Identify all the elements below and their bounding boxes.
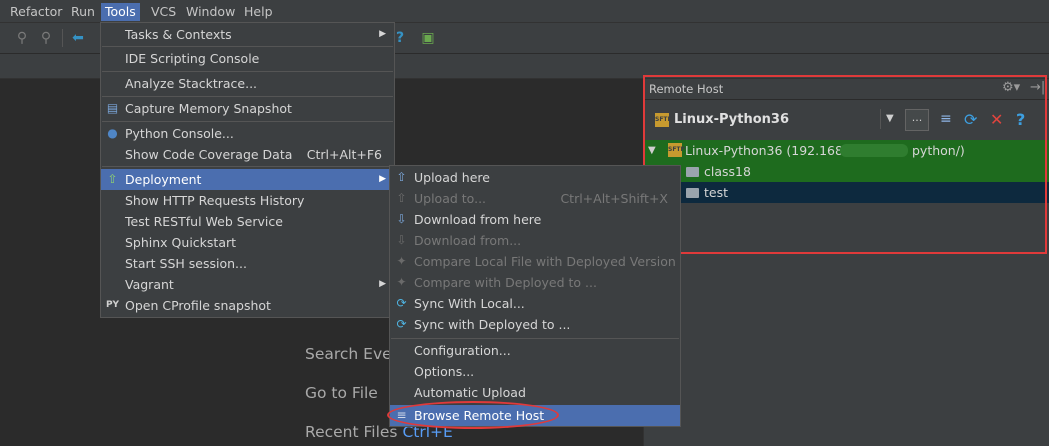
upload-icon: ⇧: [396, 170, 407, 184]
menu-item-sync-local[interactable]: ⟳ Sync With Local...: [390, 293, 680, 314]
py-icon: PY: [105, 300, 120, 310]
menu-item-automatic-upload[interactable]: Automatic Upload: [390, 382, 680, 403]
menu-item-test-restful[interactable]: Test RESTful Web Service: [101, 211, 394, 232]
python-icon: ●: [107, 126, 118, 140]
menu-run[interactable]: Run: [67, 3, 99, 21]
deployment-icon: ⇧: [107, 172, 118, 186]
menu-item-tasks-contexts[interactable]: Tasks & Contexts ▶: [101, 24, 394, 45]
menu-item-download-here[interactable]: ⇩ Download from here: [390, 209, 680, 230]
toolbar-divider: [62, 29, 63, 47]
menu-separator: [102, 96, 393, 97]
download-icon: ⇩: [396, 212, 407, 226]
menu-item-compare-deployed[interactable]: ✦ Compare with Deployed to ...: [390, 272, 680, 293]
menu-separator: [102, 166, 393, 167]
menu-item-show-code-coverage[interactable]: Show Code Coverage Data Ctrl+Alt+F6: [101, 144, 394, 165]
menu-item-sync-deployed[interactable]: ⟳ Sync with Deployed to ...: [390, 314, 680, 335]
submenu-arrow-icon: ▶: [379, 174, 386, 184]
menu-tools[interactable]: Tools: [101, 3, 140, 21]
menu-item-options[interactable]: Options...: [390, 361, 680, 382]
sync-icon: ⟳: [396, 296, 407, 310]
submenu-arrow-icon: ▶: [379, 279, 386, 289]
search-everywhere-hint: Search Ever: [305, 345, 399, 363]
tools-menu: Tasks & Contexts ▶ IDE Scripting Console …: [100, 22, 395, 318]
menu-item-configuration[interactable]: Configuration...: [390, 340, 680, 361]
download-icon: ⇩: [396, 233, 407, 247]
compare-icon: ✦: [396, 275, 407, 289]
menu-separator: [391, 338, 679, 339]
menu-item-cprofile[interactable]: PY Open CProfile snapshot: [101, 295, 394, 316]
menu-item-upload-here[interactable]: ⇧ Upload here: [390, 167, 680, 188]
zoom-in-icon[interactable]: ⚲: [14, 30, 30, 46]
menu-item-analyze-stacktrace[interactable]: Analyze Stacktrace...: [101, 73, 394, 94]
menu-help[interactable]: Help: [240, 3, 277, 21]
annotation-highlight-box: [643, 75, 1047, 254]
menu-item-capture-memory[interactable]: ▤ Capture Memory Snapshot: [101, 98, 394, 119]
menu-refactor[interactable]: Refactor: [6, 3, 66, 21]
menu-item-vagrant[interactable]: Vagrant ▶: [101, 274, 394, 295]
memory-icon: ▤: [106, 101, 119, 115]
go-to-file-hint: Go to File: [305, 384, 378, 402]
menu-item-python-console[interactable]: ● Python Console...: [101, 123, 394, 144]
menu-item-upload-to[interactable]: ⇧ Upload to... Ctrl+Alt+Shift+X: [390, 188, 680, 209]
menu-bar: Refactor Run Tools VCS Window Help: [0, 0, 1049, 22]
menu-item-sphinx[interactable]: Sphinx Quickstart: [101, 232, 394, 253]
back-arrow-icon[interactable]: ⬅: [70, 30, 86, 46]
menu-separator: [102, 121, 393, 122]
menu-separator: [102, 71, 393, 72]
annotation-highlight-ellipse: [387, 401, 559, 429]
menu-item-deployment[interactable]: ⇧ Deployment ▶: [101, 169, 394, 190]
menu-item-ide-scripting-console[interactable]: IDE Scripting Console: [101, 48, 394, 69]
menu-item-http-history[interactable]: Show HTTP Requests History: [101, 190, 394, 211]
menu-item-download-from[interactable]: ⇩ Download from...: [390, 230, 680, 251]
upload-icon: ⇧: [396, 191, 407, 205]
submenu-arrow-icon: ▶: [379, 29, 386, 39]
menu-vcs[interactable]: VCS: [147, 3, 180, 21]
sftp-icon[interactable]: ▣: [420, 30, 436, 46]
menu-separator: [102, 46, 393, 47]
menu-window[interactable]: Window: [182, 3, 239, 21]
menu-item-ssh-session[interactable]: Start SSH session...: [101, 253, 394, 274]
zoom-out-icon[interactable]: ⚲: [38, 30, 54, 46]
menu-item-compare-local[interactable]: ✦ Compare Local File with Deployed Versio…: [390, 251, 680, 272]
compare-icon: ✦: [396, 254, 407, 268]
deployment-submenu: ⇧ Upload here ⇧ Upload to... Ctrl+Alt+Shift…: [389, 165, 681, 427]
sync-icon: ⟳: [396, 317, 407, 331]
